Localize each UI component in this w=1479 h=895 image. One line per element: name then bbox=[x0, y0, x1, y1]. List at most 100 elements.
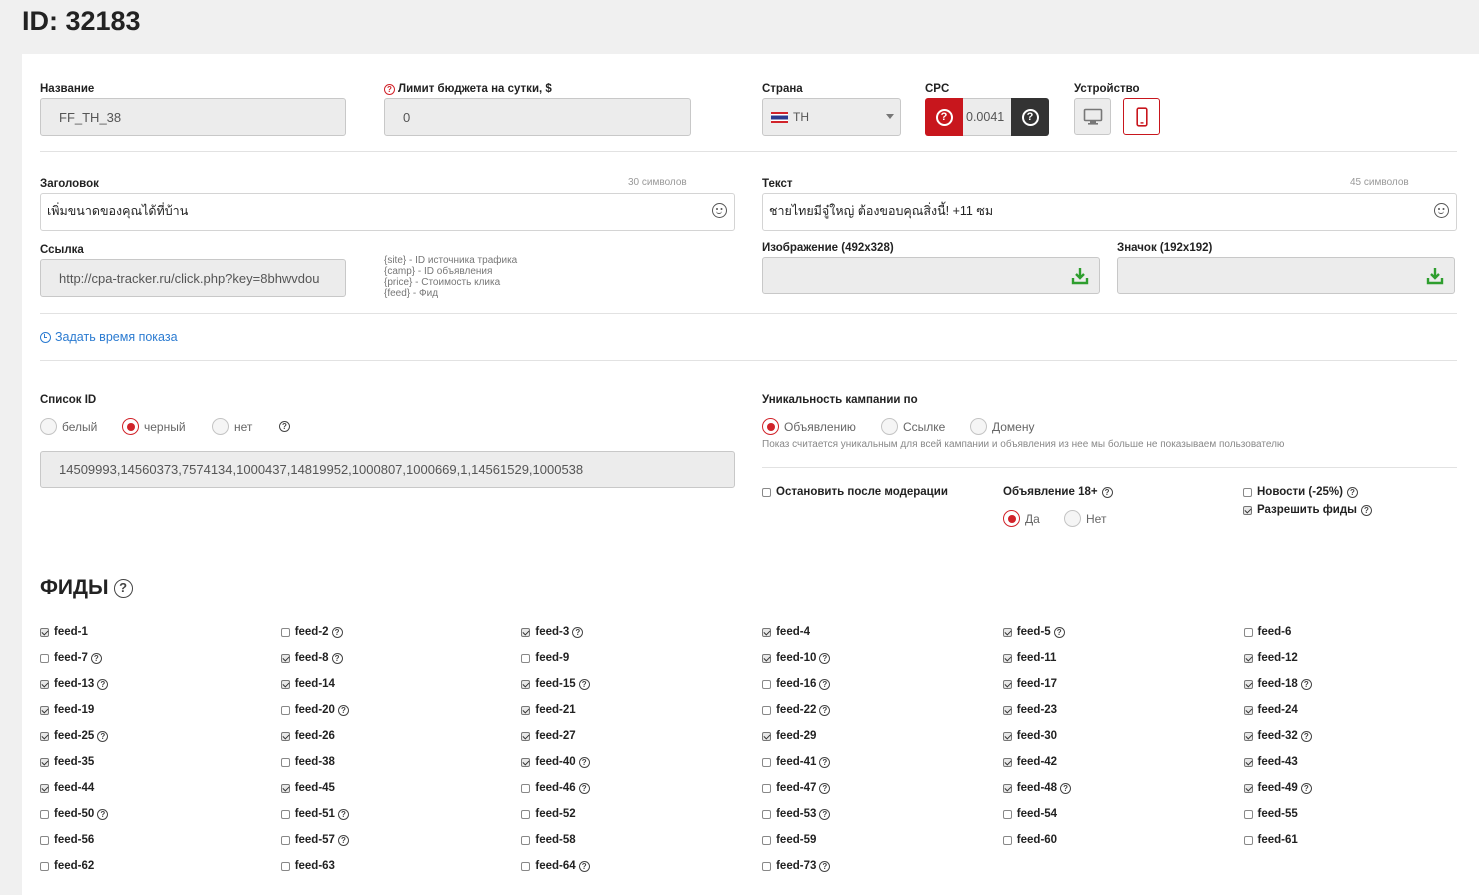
image-upload[interactable] bbox=[762, 257, 1100, 294]
emoji-icon[interactable] bbox=[712, 203, 727, 218]
feed-checkbox[interactable]: feed-18? bbox=[1243, 678, 1312, 690]
feed-checkbox[interactable]: feed-22? bbox=[762, 704, 831, 716]
help-icon[interactable]: ? bbox=[819, 782, 831, 794]
feed-checkbox[interactable]: feed-38 bbox=[280, 756, 335, 768]
feed-checkbox[interactable]: feed-53? bbox=[762, 808, 831, 820]
feed-checkbox[interactable]: feed-45 bbox=[280, 782, 335, 794]
feed-checkbox[interactable]: feed-56 bbox=[40, 834, 94, 846]
feed-checkbox[interactable]: feed-32? bbox=[1243, 730, 1312, 742]
feed-checkbox[interactable]: feed-73? bbox=[762, 860, 831, 872]
feed-checkbox[interactable]: feed-64? bbox=[521, 860, 590, 872]
feed-checkbox[interactable]: feed-35 bbox=[40, 756, 94, 768]
feed-checkbox[interactable]: feed-15? bbox=[521, 678, 590, 690]
feed-checkbox[interactable]: feed-19 bbox=[40, 704, 94, 716]
help-icon[interactable]: ? bbox=[578, 678, 590, 690]
id-list-input[interactable]: 14509993,14560373,7574134,1000437,148199… bbox=[40, 451, 735, 488]
device-mobile-button[interactable] bbox=[1123, 98, 1160, 135]
feed-checkbox[interactable]: feed-1 bbox=[40, 626, 88, 638]
help-icon[interactable]: ? bbox=[819, 704, 831, 716]
help-icon[interactable]: ? bbox=[819, 678, 831, 690]
id-list-none-radio[interactable]: нет bbox=[212, 418, 252, 435]
id-list-white-radio[interactable]: белый bbox=[40, 418, 97, 435]
help-icon[interactable]: ? bbox=[331, 626, 343, 638]
feed-checkbox[interactable]: feed-62 bbox=[40, 860, 94, 872]
uniqueness-ad-radio[interactable]: Объявлению bbox=[762, 418, 856, 435]
feed-checkbox[interactable]: feed-54 bbox=[1002, 808, 1057, 820]
feed-checkbox[interactable]: feed-27 bbox=[521, 730, 576, 742]
help-icon[interactable]: ? bbox=[279, 421, 290, 432]
feed-checkbox[interactable]: feed-11 bbox=[1002, 652, 1056, 664]
feed-checkbox[interactable]: feed-10? bbox=[762, 652, 831, 664]
uniqueness-domain-radio[interactable]: Домену bbox=[970, 418, 1035, 435]
help-icon[interactable]: ? bbox=[819, 860, 831, 872]
feed-checkbox[interactable]: feed-55 bbox=[1243, 808, 1298, 820]
feed-checkbox[interactable]: feed-41? bbox=[762, 756, 831, 768]
help-icon[interactable]: ? bbox=[97, 678, 109, 690]
help-icon[interactable]: ? bbox=[1361, 504, 1372, 516]
feed-checkbox[interactable]: feed-17 bbox=[1002, 678, 1057, 690]
feed-checkbox[interactable]: feed-48? bbox=[1002, 782, 1072, 794]
headline-input[interactable]: เพิ่มขนาดของคุณได้ที่บ้าน bbox=[40, 193, 735, 231]
feed-checkbox[interactable]: feed-2? bbox=[280, 626, 343, 638]
feed-checkbox[interactable]: feed-9 bbox=[521, 652, 569, 664]
name-input[interactable]: FF_TH_38 bbox=[40, 98, 346, 136]
emoji-icon[interactable] bbox=[1434, 203, 1449, 218]
feed-checkbox[interactable]: feed-61 bbox=[1243, 834, 1298, 846]
feed-checkbox[interactable]: feed-51? bbox=[280, 808, 349, 820]
feed-checkbox[interactable]: feed-7? bbox=[40, 652, 102, 664]
feed-checkbox[interactable]: feed-50? bbox=[40, 808, 109, 820]
help-icon[interactable]: ? bbox=[90, 652, 102, 664]
help-icon[interactable]: ? bbox=[578, 782, 590, 794]
help-icon[interactable]: ? bbox=[578, 860, 590, 872]
schedule-link[interactable]: Задать время показа bbox=[40, 330, 178, 344]
help-icon[interactable]: ? bbox=[1053, 626, 1065, 638]
feed-checkbox[interactable]: feed-21 bbox=[521, 704, 576, 716]
help-icon[interactable]: ? bbox=[331, 652, 343, 664]
help-icon[interactable]: ? bbox=[97, 808, 109, 820]
help-icon[interactable]: ? bbox=[1300, 782, 1312, 794]
text-input[interactable]: ชายไทยมีจู๋ใหญ่ ต้องขอบคุณสิ่งนี้! +11 ซ… bbox=[762, 193, 1457, 231]
help-icon[interactable]: ? bbox=[819, 652, 831, 664]
feed-checkbox[interactable]: feed-49? bbox=[1243, 782, 1312, 794]
help-icon[interactable]: ? bbox=[572, 626, 584, 638]
help-icon[interactable]: ? bbox=[113, 578, 133, 598]
feed-checkbox[interactable]: feed-60 bbox=[1002, 834, 1057, 846]
feed-checkbox[interactable]: feed-3? bbox=[521, 626, 584, 638]
uniqueness-link-radio[interactable]: Ссылке bbox=[881, 418, 945, 435]
feed-checkbox[interactable]: feed-13? bbox=[40, 678, 109, 690]
help-icon[interactable]: ? bbox=[1346, 486, 1358, 498]
help-icon[interactable]: ? bbox=[1060, 782, 1072, 794]
feed-checkbox[interactable]: feed-63 bbox=[280, 860, 335, 872]
feed-checkbox[interactable]: feed-8? bbox=[280, 652, 343, 664]
feed-checkbox[interactable]: feed-46? bbox=[521, 782, 590, 794]
adult-no-radio[interactable]: Нет bbox=[1064, 510, 1106, 527]
cpc-info-button[interactable]: ? bbox=[1011, 98, 1049, 136]
feed-checkbox[interactable]: feed-25? bbox=[40, 730, 109, 742]
feed-checkbox[interactable]: feed-24 bbox=[1243, 704, 1298, 716]
icon-upload[interactable] bbox=[1117, 257, 1455, 294]
feed-checkbox[interactable]: feed-26 bbox=[280, 730, 335, 742]
help-icon[interactable]: ? bbox=[1300, 730, 1312, 742]
feed-checkbox[interactable]: feed-14 bbox=[280, 678, 335, 690]
feed-checkbox[interactable]: feed-52 bbox=[521, 808, 576, 820]
budget-input[interactable]: 0 bbox=[384, 98, 691, 136]
stop-after-moderation-checkbox[interactable]: Остановить после модерации bbox=[762, 486, 948, 498]
news-checkbox[interactable]: Новости (-25%)? bbox=[1243, 486, 1358, 498]
feed-checkbox[interactable]: feed-43 bbox=[1243, 756, 1298, 768]
help-icon[interactable]: ? bbox=[1300, 678, 1312, 690]
feed-checkbox[interactable]: feed-47? bbox=[762, 782, 831, 794]
id-list-black-radio[interactable]: черный bbox=[122, 418, 186, 435]
allow-feeds-checkbox[interactable]: Разрешить фиды? bbox=[1243, 504, 1372, 516]
link-input[interactable]: http://cpa-tracker.ru/click.php?key=8bhw… bbox=[40, 259, 346, 297]
feed-checkbox[interactable]: feed-40? bbox=[521, 756, 590, 768]
feed-checkbox[interactable]: feed-44 bbox=[40, 782, 94, 794]
feed-checkbox[interactable]: feed-5? bbox=[1002, 626, 1065, 638]
feed-checkbox[interactable]: feed-42 bbox=[1002, 756, 1057, 768]
feed-checkbox[interactable]: feed-57? bbox=[280, 834, 349, 846]
country-select[interactable]: TH bbox=[762, 98, 901, 136]
help-icon[interactable]: ? bbox=[819, 808, 831, 820]
help-icon[interactable]: ? bbox=[819, 756, 831, 768]
cpc-help-button[interactable]: ? bbox=[925, 98, 963, 136]
feed-checkbox[interactable]: feed-20? bbox=[280, 704, 349, 716]
feed-checkbox[interactable]: feed-29 bbox=[762, 730, 816, 742]
